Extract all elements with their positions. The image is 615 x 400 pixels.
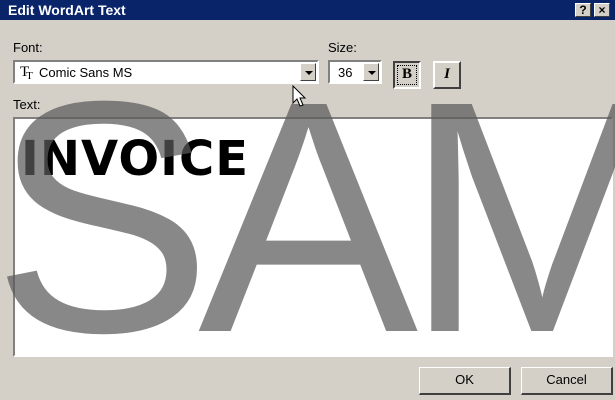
size-value: 36 <box>338 65 353 80</box>
size-label: Size: <box>328 40 357 55</box>
font-value: Comic Sans MS <box>39 65 133 80</box>
help-button[interactable]: ? <box>575 3 591 17</box>
dialog-title: Edit WordArt Text <box>8 2 126 18</box>
ok-button[interactable]: OK <box>419 367 511 395</box>
font-label: Font: <box>13 40 43 55</box>
cancel-button[interactable]: Cancel <box>521 367 613 395</box>
title-bar: Edit WordArt Text ? × <box>0 0 615 20</box>
wordart-text-area[interactable]: INVOICE <box>13 117 613 357</box>
size-dropdown[interactable]: 36 <box>328 60 382 84</box>
text-label: Text: <box>13 97 41 112</box>
edit-wordart-dialog: Edit WordArt Text ? × Font: Size: TT Com… <box>0 0 615 400</box>
italic-button[interactable]: I <box>433 61 461 89</box>
font-dropdown-arrow[interactable] <box>300 63 316 81</box>
close-button[interactable]: × <box>594 3 610 17</box>
font-dropdown[interactable]: TT Comic Sans MS <box>13 60 319 84</box>
wordart-text: INVOICE <box>21 131 250 187</box>
bold-button[interactable]: B <box>393 61 421 89</box>
truetype-font-icon: TT <box>20 64 33 82</box>
size-dropdown-arrow[interactable] <box>363 63 379 81</box>
mouse-pointer-icon <box>292 85 307 107</box>
